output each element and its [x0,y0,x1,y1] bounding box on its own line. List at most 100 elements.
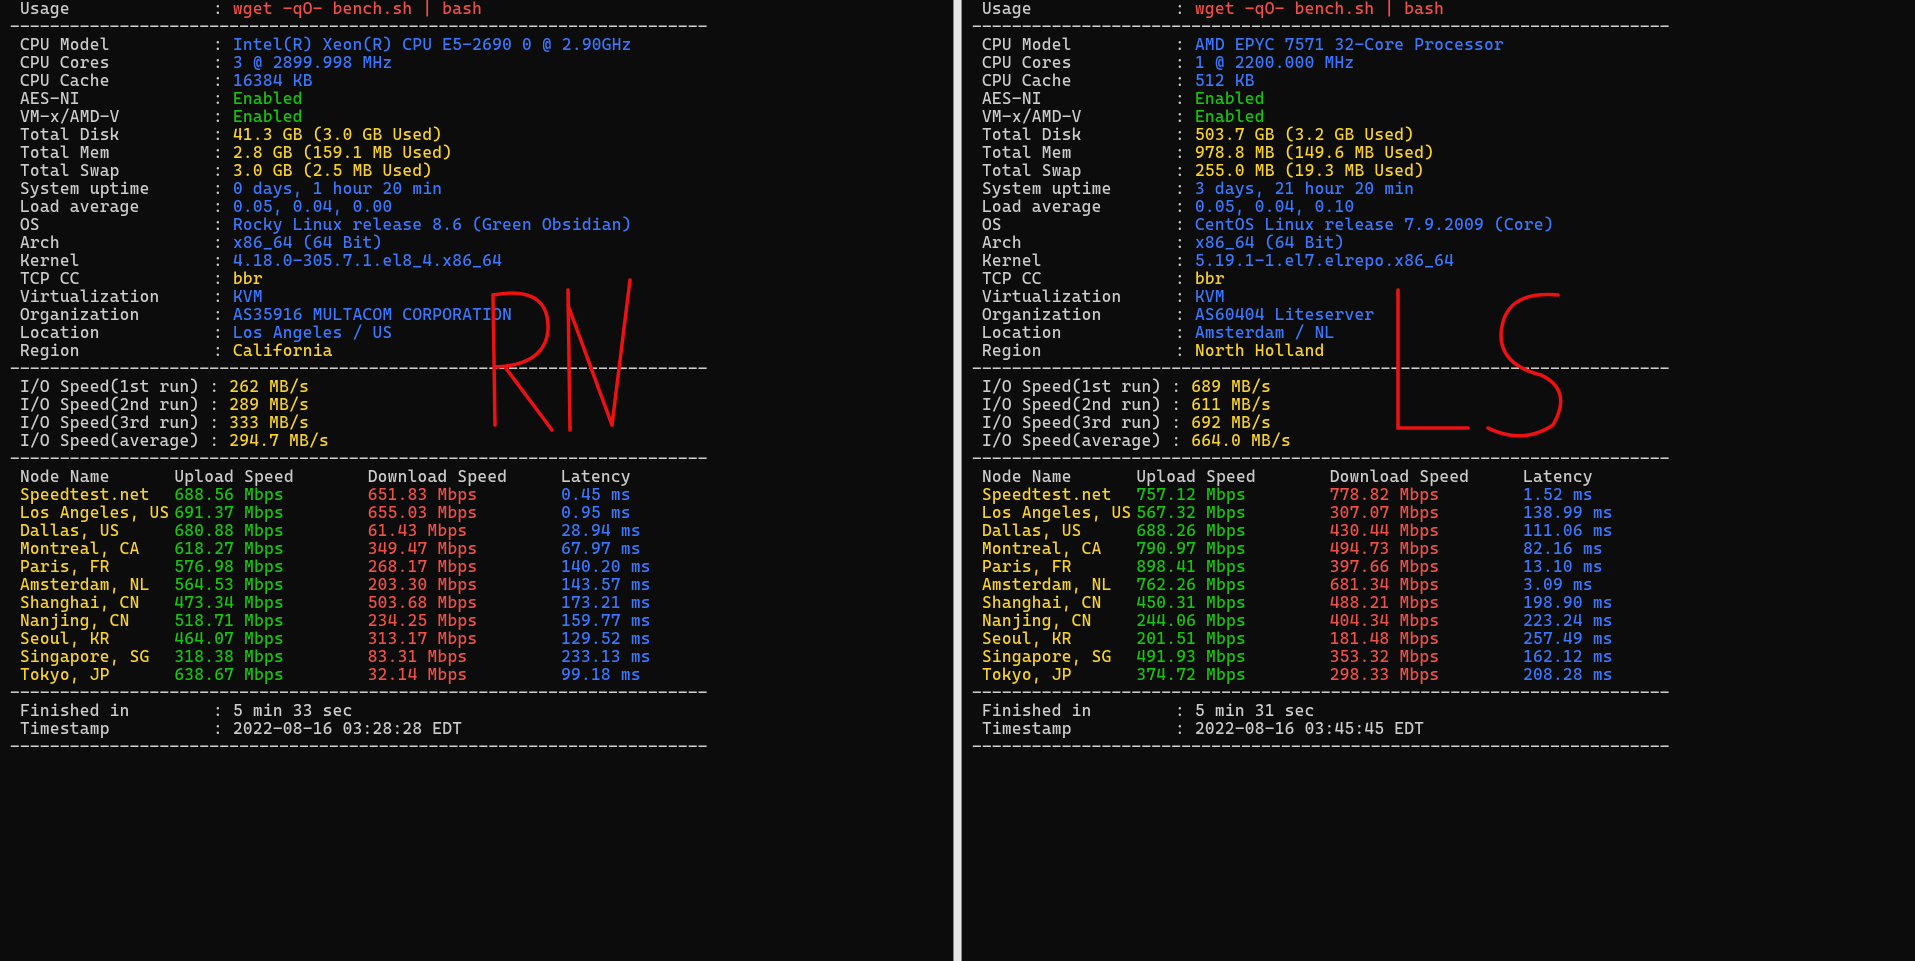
node-cell: Tokyo, JP [972,666,1136,684]
download-cell: 298.33 Mbps [1330,666,1523,684]
spec-label: Location [972,324,1175,342]
split-gutter[interactable] [953,0,962,961]
io-label: I/O Speed(2nd run) : [10,396,229,414]
divider: ----------------------------------------… [10,684,943,702]
speedtest-row: Amsterdam, NL762.26 Mbps681.34 Mbps3.09 … [972,576,1905,594]
spec-label: Total Swap [972,162,1175,180]
divider: ----------------------------------------… [972,684,1905,702]
download-cell: 503.68 Mbps [368,594,561,612]
speedtest-row: Los Angeles, US567.32 Mbps307.07 Mbps138… [972,504,1905,522]
spec-label: Timestamp [972,720,1175,738]
separator: : [213,342,233,360]
download-cell: 181.48 Mbps [1330,630,1523,648]
latency-cell: 99.18 ms [561,666,677,684]
node-cell: Montreal, CA [10,540,174,558]
separator: : [213,270,233,288]
node-cell: Amsterdam, NL [972,576,1136,594]
node-cell: Shanghai, CN [972,594,1136,612]
spec-value: CentOS Linux release 7.9.2009 (Core) [1195,216,1554,234]
spec-row: Organization: AS35916 MULTACOM CORPORATI… [10,306,943,324]
spec-row: CPU Cache: 16384 KB [10,72,943,90]
latency-cell: 140.20 ms [561,558,677,576]
spec-label: VM-x/AMD-V [10,108,213,126]
spec-row: VM-x/AMD-V: Enabled [972,108,1905,126]
spec-label: Total Swap [10,162,213,180]
col-latency: Latency [561,468,677,486]
separator: : [1175,108,1195,126]
download-cell: 307.07 Mbps [1330,504,1523,522]
separator: : [213,126,233,144]
spec-row: Virtualization: KVM [972,288,1905,306]
spec-row: CPU Model: Intel(R) Xeon(R) CPU E5-2690 … [10,36,943,54]
terminal-right[interactable]: Usage: wget -qO- bench.sh | bash--------… [962,0,1915,961]
spec-label: Finished in [972,702,1175,720]
spec-value: AS35916 MULTACOM CORPORATION [233,306,512,324]
latency-cell: 1.52 ms [1523,486,1639,504]
divider: ----------------------------------------… [10,360,943,378]
separator: : [213,720,233,738]
spec-value: 5 min 31 sec [1195,702,1315,720]
speedtest-row: Singapore, SG491.93 Mbps353.32 Mbps162.1… [972,648,1905,666]
download-cell: 349.47 Mbps [368,540,561,558]
spec-row: OS: CentOS Linux release 7.9.2009 (Core) [972,216,1905,234]
spec-label: Virtualization [10,288,213,306]
latency-cell: 173.21 ms [561,594,677,612]
spec-label: Arch [972,234,1175,252]
node-cell: Shanghai, CN [10,594,174,612]
node-cell: Nanjing, CN [972,612,1136,630]
separator: : [213,54,233,72]
node-cell: Seoul, KR [972,630,1136,648]
upload-cell: 491.93 Mbps [1136,648,1329,666]
speedtest-row: Amsterdam, NL564.53 Mbps203.30 Mbps143.5… [10,576,943,594]
io-label: I/O Speed(average) : [10,432,229,450]
latency-cell: 67.97 ms [561,540,677,558]
spec-label: Arch [10,234,213,252]
upload-cell: 244.06 Mbps [1136,612,1329,630]
speedtest-row: Montreal, CA618.27 Mbps349.47 Mbps67.97 … [10,540,943,558]
io-value: 664.0 MB/s [1191,432,1291,450]
spec-label: Region [10,342,213,360]
node-cell: Montreal, CA [972,540,1136,558]
upload-cell: 691.37 Mbps [174,504,367,522]
spec-row: Arch: x86_64 (64 Bit) [10,234,943,252]
separator: : [1175,324,1195,342]
separator: : [1175,234,1195,252]
separator: : [1175,270,1195,288]
col-upload: Upload Speed [174,468,367,486]
upload-cell: 680.88 Mbps [174,522,367,540]
spec-label: System uptime [972,180,1175,198]
separator: : [1175,54,1195,72]
divider: ----------------------------------------… [972,738,1905,756]
node-cell: Los Angeles, US [972,504,1136,522]
spec-label: CPU Cache [972,72,1175,90]
separator: : [1175,702,1195,720]
terminal-left[interactable]: Usage: wget -qO- bench.sh | bash--------… [0,0,953,961]
speedtest-row: Nanjing, CN518.71 Mbps234.25 Mbps159.77 … [10,612,943,630]
separator: : [213,216,233,234]
spec-label: Total Disk [972,126,1175,144]
separator: : [1175,720,1195,738]
speedtest-row: Dallas, US688.26 Mbps430.44 Mbps111.06 m… [972,522,1905,540]
separator: : [213,108,233,126]
spec-row: Region: California [10,342,943,360]
node-cell: Paris, FR [972,558,1136,576]
upload-cell: 473.34 Mbps [174,594,367,612]
spec-label: Timestamp [10,720,213,738]
separator: : [1175,252,1195,270]
speedtest-row: Speedtest.net688.56 Mbps651.83 Mbps0.45 … [10,486,943,504]
spec-row: Total Mem: 2.8 GB (159.1 MB Used) [10,144,943,162]
io-label: I/O Speed(2nd run) : [972,396,1191,414]
io-row: I/O Speed(2nd run) : 289 MB/s [10,396,943,414]
spec-row: Arch: x86_64 (64 Bit) [972,234,1905,252]
divider: ----------------------------------------… [972,360,1905,378]
latency-cell: 162.12 ms [1523,648,1639,666]
upload-cell: 567.32 Mbps [1136,504,1329,522]
spec-label: Region [972,342,1175,360]
separator: : [213,702,233,720]
spec-value: North Holland [1195,342,1325,360]
speedtest-row: Shanghai, CN450.31 Mbps488.21 Mbps198.90… [972,594,1905,612]
download-cell: 488.21 Mbps [1330,594,1523,612]
io-value: 333 MB/s [229,414,309,432]
download-cell: 397.66 Mbps [1330,558,1523,576]
separator: : [213,180,233,198]
